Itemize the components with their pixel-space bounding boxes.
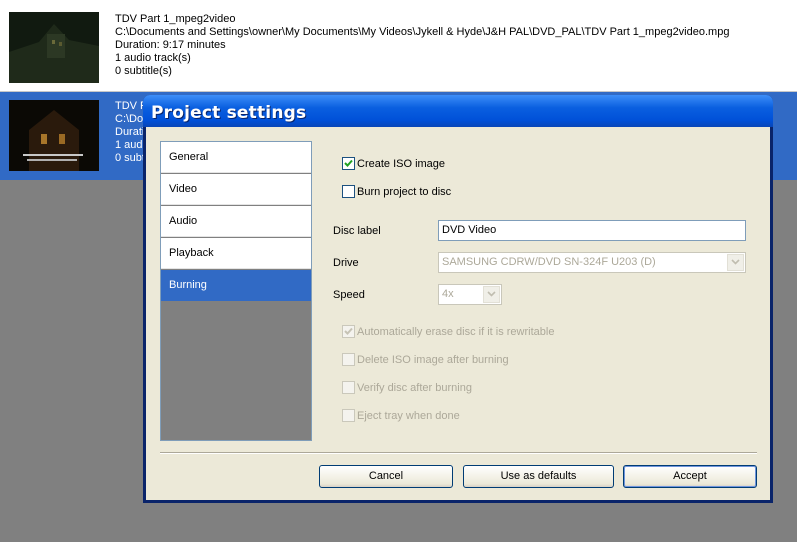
delete-iso-checkbox[interactable] [342, 353, 355, 366]
disc-label-caption: Disc label [333, 225, 381, 237]
auto-erase-checkbox[interactable] [342, 325, 355, 338]
video-metadata: TDV Part 1_mpeg2video C:\Documents and S… [115, 13, 729, 78]
nav-item-video[interactable]: Video [161, 174, 311, 205]
burn-disc-label[interactable]: Burn project to disc [357, 186, 451, 198]
verify-disc-label[interactable]: Verify disc after burning [357, 382, 472, 394]
video-duration: Duration: 9:17 minutes [115, 39, 226, 51]
eject-tray-label[interactable]: Eject tray when done [357, 410, 460, 422]
cancel-button[interactable]: Cancel [319, 465, 453, 488]
nav-item-general[interactable]: General [161, 142, 311, 173]
auto-erase-label[interactable]: Automatically erase disc if it is rewrit… [357, 326, 554, 338]
drive-caption: Drive [333, 257, 359, 269]
create-iso-checkbox[interactable] [342, 157, 355, 170]
video-thumbnail [9, 12, 99, 83]
video-path: C:\Documents and Settings\owner\My Docum… [115, 26, 730, 38]
eject-tray-checkbox[interactable] [342, 409, 355, 422]
nav-item-audio[interactable]: Audio [161, 206, 311, 237]
video-subtitles: 0 subtitle(s) [115, 65, 172, 77]
speed-select-value: 4x [442, 288, 454, 300]
nav-item-burning[interactable]: Burning [161, 270, 311, 301]
drive-select-value: SAMSUNG CDRW/DVD SN-324F U203 (D) [442, 256, 656, 268]
verify-disc-checkbox[interactable] [342, 381, 355, 394]
create-iso-label[interactable]: Create ISO image [357, 158, 445, 170]
delete-iso-label[interactable]: Delete ISO image after burning [357, 354, 509, 366]
button-divider [160, 452, 757, 454]
disc-label-input[interactable]: DVD Video [438, 220, 746, 241]
dialog-titlebar[interactable]: Project settings [143, 95, 773, 127]
burn-disc-checkbox[interactable] [342, 185, 355, 198]
use-as-defaults-button[interactable]: Use as defaults [463, 465, 614, 488]
drive-select[interactable]: SAMSUNG CDRW/DVD SN-324F U203 (D) [438, 252, 746, 273]
chevron-down-icon[interactable] [727, 254, 744, 271]
settings-nav-list: General Video Audio Playback Burning [160, 141, 312, 441]
project-settings-dialog: Project settings General Video Audio Pla… [143, 95, 773, 503]
checkmark-icon [344, 327, 353, 335]
video-audio-tracks: 1 audio track(s) [115, 52, 191, 64]
video-thumbnail [9, 100, 99, 171]
video-title: TDV Part 1_mpeg2video [115, 13, 236, 25]
video-list-item[interactable]: TDV Part 1_mpeg2video C:\Documents and S… [0, 0, 797, 92]
dialog-title: Project settings [151, 103, 307, 123]
checkmark-icon [344, 159, 353, 167]
dialog-body: General Video Audio Playback Burning Cre… [146, 127, 770, 500]
accept-button[interactable]: Accept [623, 465, 757, 488]
speed-select[interactable]: 4x [438, 284, 502, 305]
chevron-down-icon[interactable] [483, 286, 500, 303]
speed-caption: Speed [333, 289, 365, 301]
nav-item-playback[interactable]: Playback [161, 238, 311, 269]
